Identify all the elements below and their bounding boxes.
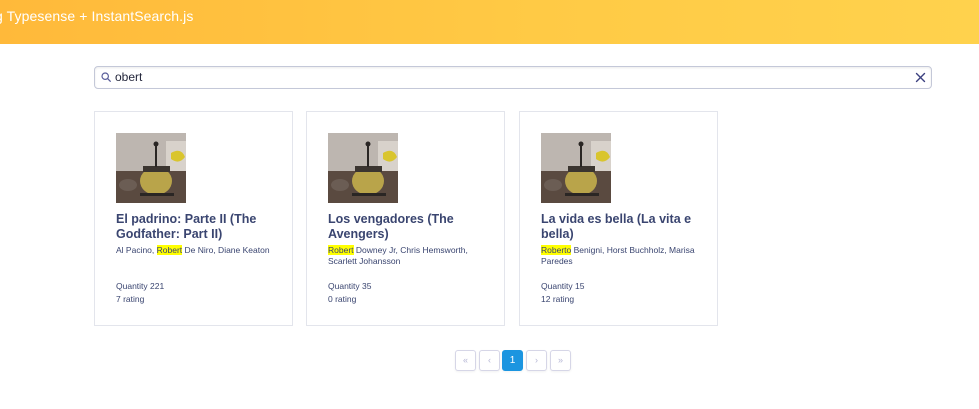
hit-rating: 12 rating	[541, 294, 575, 304]
search-box[interactable]	[94, 66, 932, 89]
hit-card[interactable]: El padrino: Parte II (The Godfather: Par…	[94, 111, 293, 326]
next-page-button[interactable]: ›	[526, 350, 547, 371]
search-highlight: Robert	[156, 245, 183, 255]
hit-rating: 0 rating	[328, 294, 357, 304]
movie-poster-image	[541, 133, 611, 203]
hit-cast: Al Pacino, Robert De Niro, Diane Keaton	[116, 245, 270, 255]
hit-quantity: Quantity 35	[328, 281, 372, 291]
hit-cast: Roberto Benigni, Horst Buchholz, Marisa …	[541, 245, 695, 266]
app-title: g Typesense + InstantSearch.js	[0, 8, 194, 24]
hit-cast: Robert Downey Jr, Chris Hemsworth, Scarl…	[328, 245, 468, 266]
first-page-button[interactable]: «	[455, 350, 476, 371]
hit-card[interactable]: La vida es bella (La vita e bella) Rober…	[519, 111, 718, 326]
hit-title: La vida es bella (La vita e bella)	[541, 212, 692, 241]
movie-poster-image	[328, 133, 398, 203]
hit-quantity: Quantity 15	[541, 281, 585, 291]
hit-rating: 7 rating	[116, 294, 145, 304]
hit-card[interactable]: Los vengadores (The Avengers) Robert Dow…	[306, 111, 505, 326]
page-1-button[interactable]: 1	[502, 350, 523, 371]
search-icon	[101, 72, 111, 82]
search-highlight: Robert	[328, 245, 354, 255]
movie-poster-image	[116, 133, 186, 203]
header-bar: g Typesense + InstantSearch.js	[0, 0, 979, 44]
search-input[interactable]	[115, 67, 895, 88]
hit-title: El padrino: Parte II (The Godfather: Par…	[116, 212, 257, 241]
search-highlight: Roberto	[541, 245, 572, 255]
last-page-button[interactable]: »	[550, 350, 571, 371]
hit-quantity: Quantity 221	[116, 281, 165, 291]
hit-title: Los vengadores (The Avengers)	[328, 212, 454, 241]
close-icon[interactable]	[915, 72, 926, 83]
previous-page-button[interactable]: ‹	[479, 350, 500, 371]
